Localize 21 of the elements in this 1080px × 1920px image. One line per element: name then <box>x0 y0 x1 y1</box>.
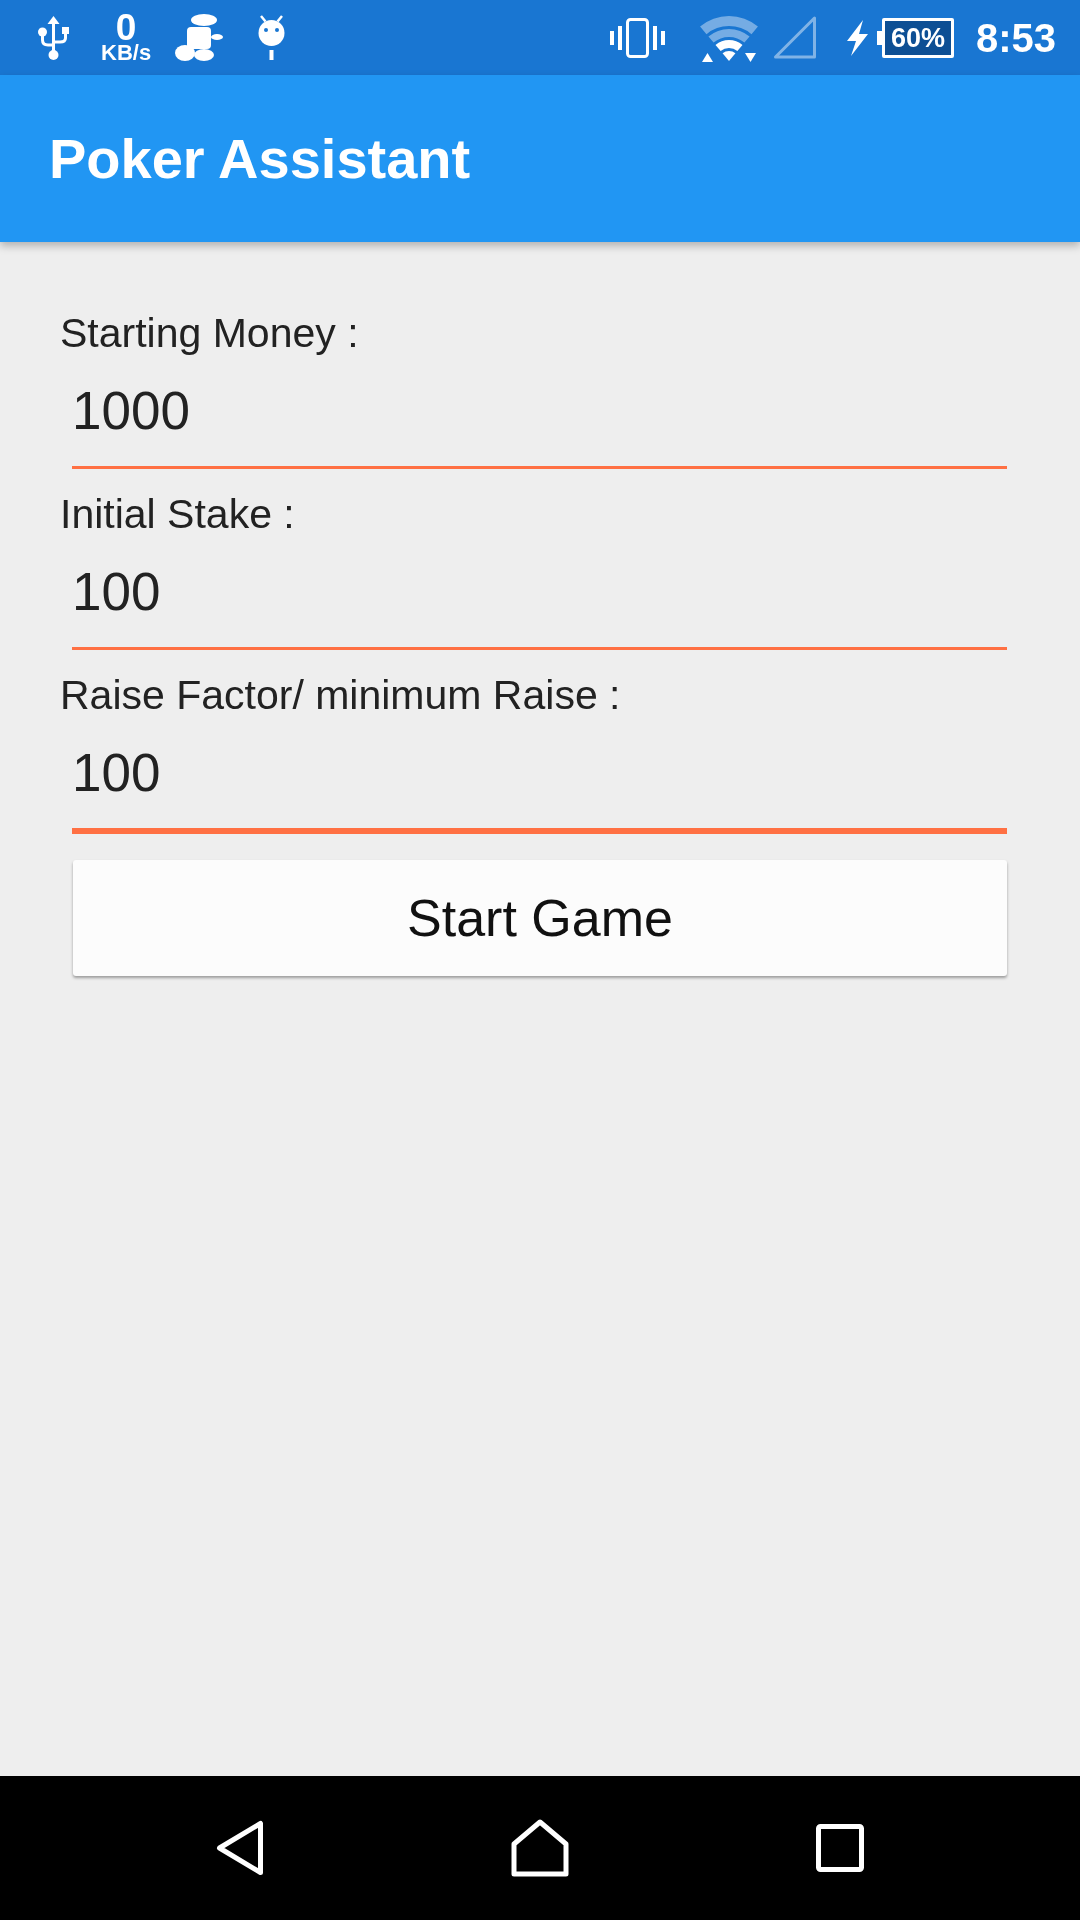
input-field[interactable]: 1000 <box>72 357 1007 469</box>
cartoon-character-icon <box>175 13 224 62</box>
vibrate-icon <box>609 17 665 58</box>
app-title: Poker Assistant <box>49 125 471 192</box>
lightning-bolt-icon <box>845 19 869 56</box>
network-speed-unit: KB/s <box>101 42 152 63</box>
battery-indicator: 60% <box>876 17 954 58</box>
back-icon[interactable] <box>216 1820 264 1876</box>
start-game-button[interactable]: Start Game <box>73 860 1007 976</box>
square-icon[interactable] <box>816 1824 864 1872</box>
input-field[interactable]: 100 <box>72 538 1007 650</box>
signal-icon <box>772 16 817 59</box>
field-label: Raise Factor/ minimum Raise : <box>60 671 621 719</box>
clock-time: 8:53 <box>975 14 1056 62</box>
input-field[interactable]: 100 <box>72 719 1007 834</box>
usb-icon <box>38 15 69 60</box>
network-speed-value: 0 <box>115 12 137 43</box>
wifi-icon <box>699 13 758 62</box>
field-label: Starting Money : <box>60 309 359 357</box>
home-icon[interactable] <box>511 1819 569 1877</box>
field-label: Initial Stake : <box>60 490 295 538</box>
